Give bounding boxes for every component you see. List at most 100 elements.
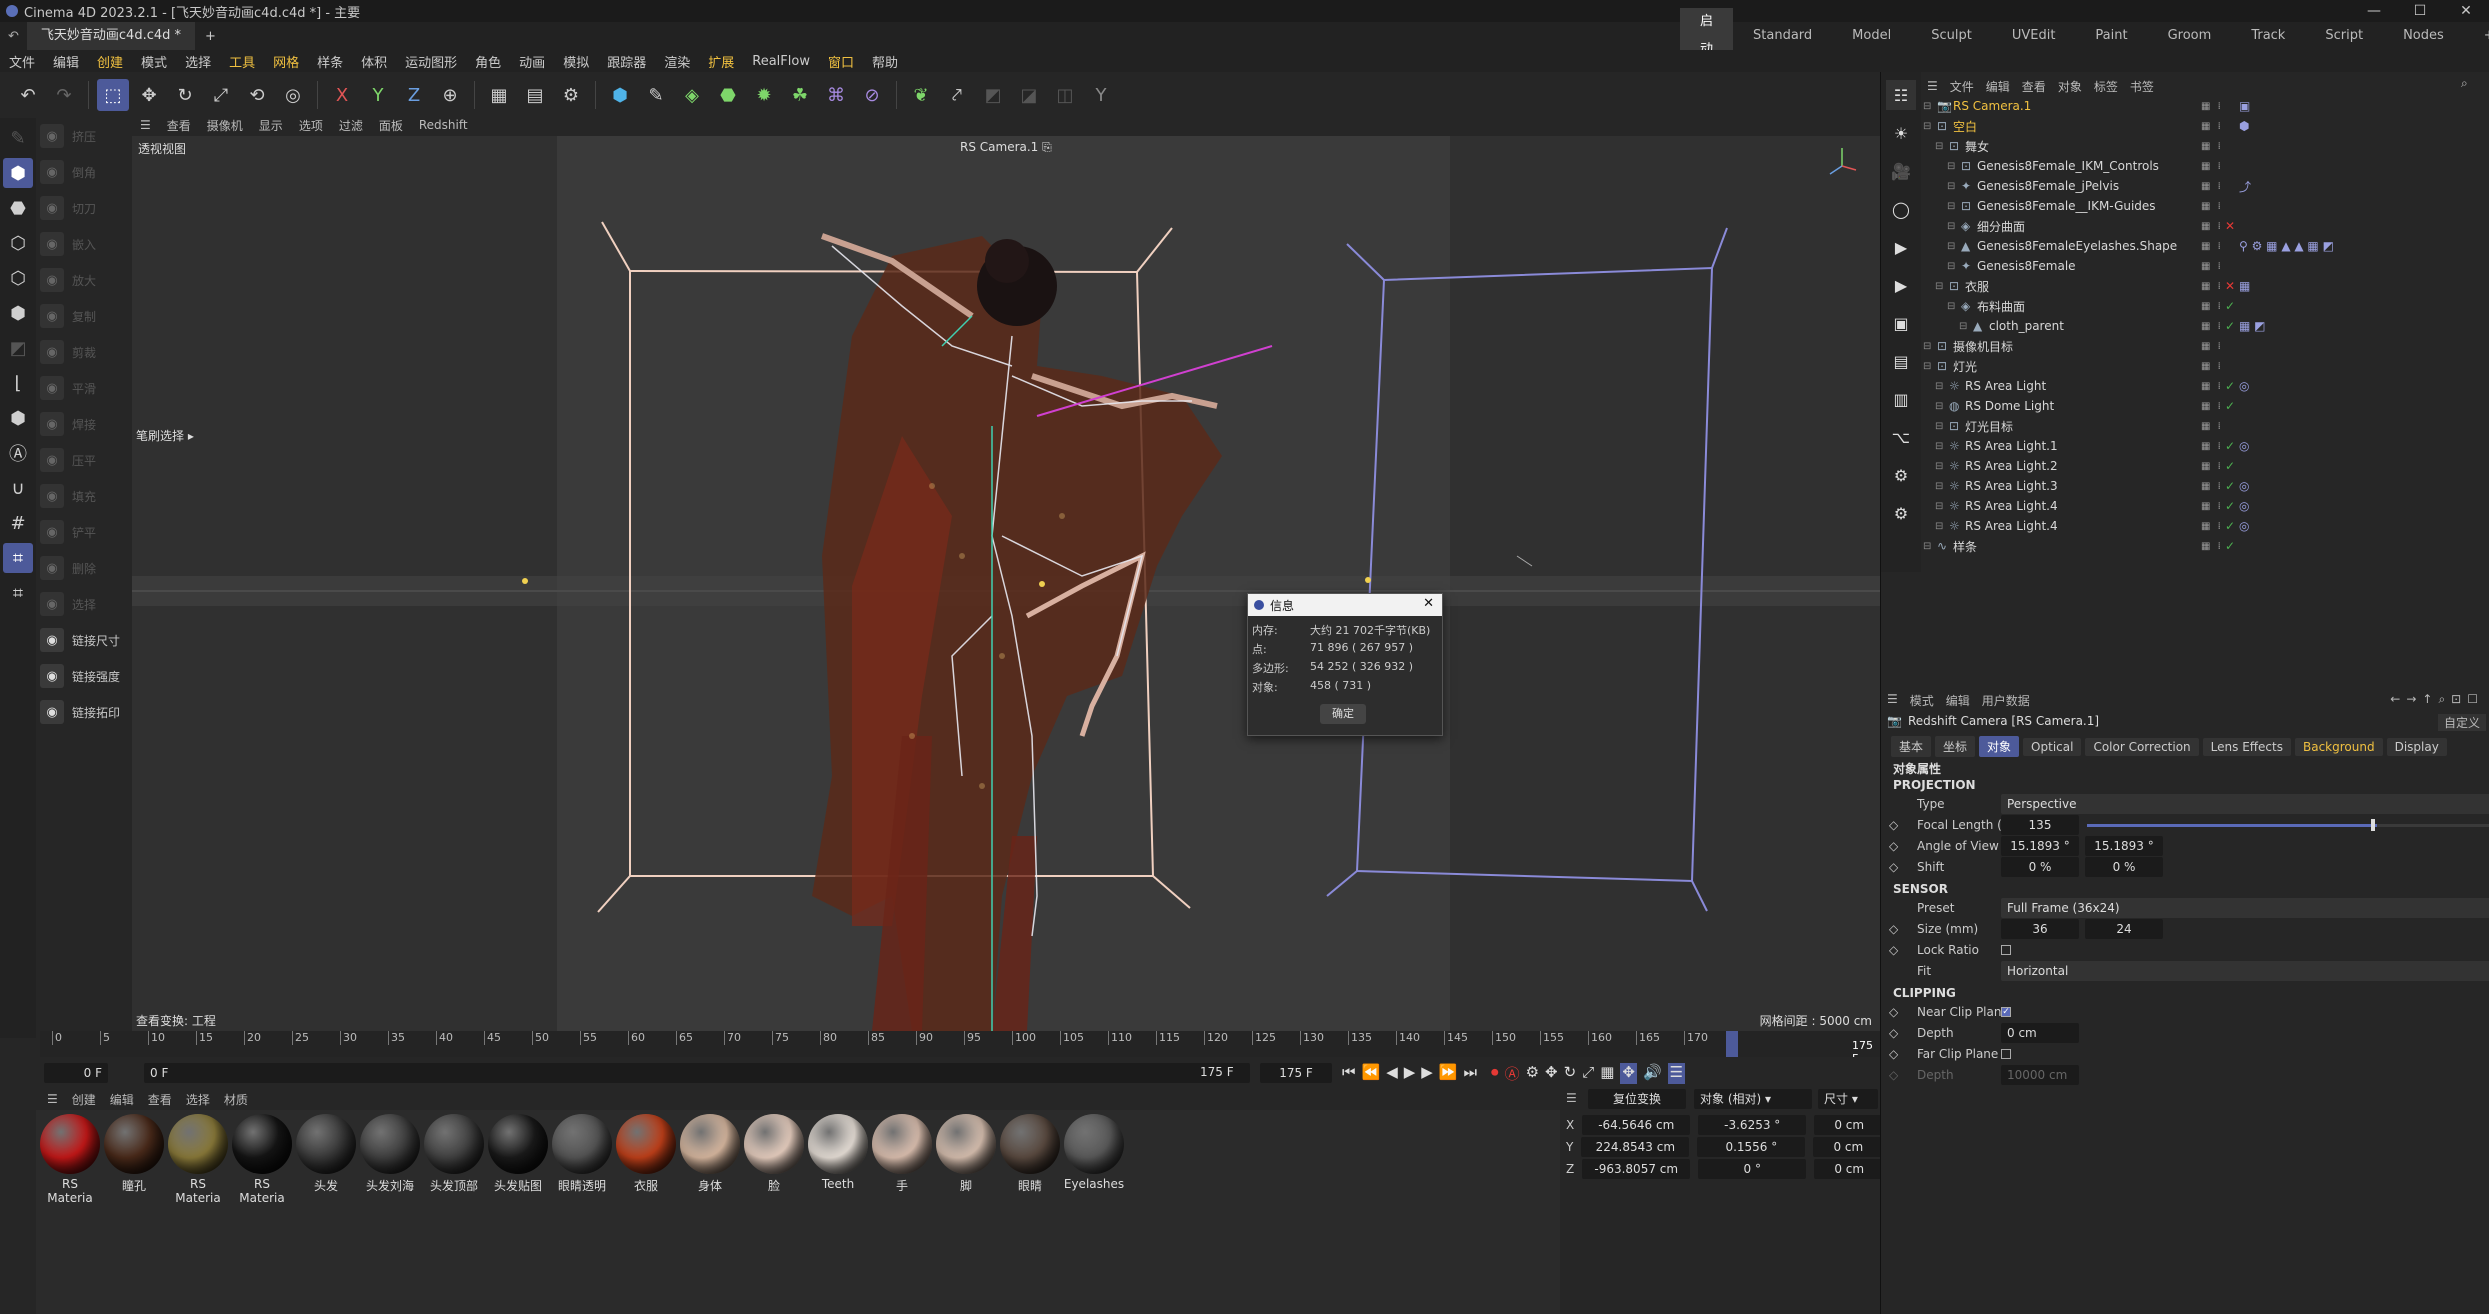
angle-of-view-h-field[interactable]: 15.1893 ° — [2001, 836, 2079, 856]
object-search-icon[interactable]: ⌕ — [2461, 76, 2468, 91]
enabled-check-icon[interactable]: ✓ — [2225, 379, 2235, 393]
keyframe-diamond-icon[interactable]: ◇ — [1889, 1026, 1898, 1040]
tool-item[interactable]: ◉ 压平 — [40, 442, 128, 478]
viewport-menu-item[interactable]: 过滤 — [331, 117, 371, 134]
redo-icon[interactable]: ↷ — [48, 79, 80, 111]
object-row[interactable]: ⊟ ▲ cloth_parent ▦ ⁞ ✓ ▦ ◩ — [1921, 316, 2489, 336]
quantize-icon[interactable]: ⌗ — [3, 578, 33, 608]
material-swatch[interactable]: Eyelashes — [1062, 1114, 1126, 1191]
tool-item[interactable]: ◉ 挤压 — [40, 118, 128, 154]
expand-toggle-icon[interactable]: ⊟ — [1947, 301, 1955, 312]
edges-mode-icon[interactable]: ⬡ — [3, 263, 33, 293]
object-row[interactable]: ⊟ ⊡ 空白 ▦ ⁞ ⬢ — [1921, 116, 2489, 136]
custom-button[interactable]: 自定义 — [2437, 714, 2486, 731]
keyframe-diamond-icon[interactable]: ◇ — [1889, 860, 1898, 874]
expand-toggle-icon[interactable]: ⊟ — [1923, 121, 1931, 132]
expand-toggle-icon[interactable]: ⊟ — [1923, 541, 1931, 552]
layout-tab[interactable]: Sculpt — [1911, 22, 1992, 50]
expand-toggle-icon[interactable]: ⊟ — [1935, 421, 1943, 432]
object-row[interactable]: ⊟ 📷 RS Camera.1 ▦ ⁞ ▣ — [1921, 96, 2489, 116]
workplane-icon[interactable]: ⌊ — [3, 368, 33, 398]
object-row[interactable]: ⊟ ☼ RS Area Light.3 ▦ ⁞ ✓ ◎ — [1921, 476, 2489, 496]
cloner-icon[interactable]: ✹ — [748, 79, 780, 111]
end-frame-field[interactable]: 175 F — [1260, 1063, 1332, 1083]
menu-item[interactable]: 扩展 — [699, 52, 743, 71]
timeline-settings-icon[interactable]: ☰ — [1667, 1063, 1686, 1084]
visibility-flags[interactable]: ▦ ⁞ — [2201, 501, 2223, 512]
viewport-menu-item[interactable]: 选项 — [291, 117, 331, 134]
object-menu-item[interactable]: 书签 — [2124, 78, 2160, 95]
material-menu-item[interactable]: 材质 — [217, 1091, 255, 1108]
viewport[interactable]: 透视视图 RS Camera.1 ⎘ 笔刷选择 ▸ 查看变换: 工程 网格间距 … — [132, 136, 1880, 1031]
disabled-cross-icon[interactable]: ✕ — [2225, 279, 2235, 293]
joint-icon[interactable]: Y — [1085, 79, 1117, 111]
material-swatch[interactable]: 脸 — [742, 1114, 806, 1194]
prev-frame-icon[interactable]: ◀ — [1386, 1063, 1398, 1084]
menu-item[interactable]: 模式 — [132, 52, 176, 71]
text-icon[interactable]: Ⓐ — [3, 438, 33, 468]
material-swatch[interactable]: RS Materia — [166, 1114, 230, 1205]
visibility-flags[interactable]: ▦ ⁞ — [2201, 201, 2223, 212]
visibility-flags[interactable]: ▦ ⁞ — [2201, 121, 2223, 132]
attribute-menu-item[interactable]: 用户数据 — [1976, 692, 2036, 709]
material-menu-item[interactable]: 编辑 — [103, 1091, 141, 1108]
enabled-check-icon[interactable]: ✓ — [2225, 399, 2235, 413]
object-row[interactable]: ⊟ ☼ RS Area Light ▦ ⁞ ✓ ◎ — [1921, 376, 2489, 396]
near-depth-field[interactable]: 0 cm — [2001, 1023, 2079, 1043]
viewport-menu-item[interactable]: Redshift — [411, 118, 476, 132]
expand-toggle-icon[interactable]: ⊟ — [1947, 201, 1955, 212]
visibility-flags[interactable]: ▦ ⁞ — [2201, 141, 2223, 152]
subdivision-icon[interactable]: ◈ — [676, 79, 708, 111]
object-row[interactable]: ⊟ ◍ RS Dome Light ▦ ⁞ ✓ — [1921, 396, 2489, 416]
deformer-icon[interactable]: ⌘ — [820, 79, 852, 111]
object-menu-icon[interactable]: ☰ — [1921, 79, 1944, 93]
points-mode-icon[interactable]: ⬡ — [3, 228, 33, 258]
keyframe-diamond-icon[interactable]: ◇ — [1889, 1005, 1898, 1019]
visibility-flags[interactable]: ▦ ⁞ — [2201, 161, 2223, 172]
expand-toggle-icon[interactable]: ⊟ — [1935, 441, 1943, 452]
visibility-flags[interactable]: ▦ ⁞ — [2201, 521, 2223, 532]
tool-item[interactable]: ◉ 链接拓印 — [40, 694, 128, 730]
menu-item[interactable]: 窗口 — [819, 52, 863, 71]
visibility-flags[interactable]: ▦ ⁞ — [2201, 241, 2223, 252]
object-tags[interactable]: ◎ — [2239, 519, 2249, 533]
object-tags[interactable]: ◎ — [2239, 499, 2249, 513]
rotate-tool-icon[interactable]: ↻ — [169, 79, 201, 111]
angle-of-view-v-field[interactable]: 15.1893 ° — [2085, 836, 2163, 856]
key-param-icon[interactable]: ▦ — [1600, 1063, 1614, 1084]
back-arrow-icon[interactable]: ← — [2390, 692, 2406, 706]
close-button[interactable]: ✕ — [2443, 0, 2489, 22]
material-swatch[interactable]: 头发 — [294, 1114, 358, 1194]
go-start-icon[interactable]: ⏮ — [1342, 1063, 1356, 1084]
material-swatch[interactable]: RS Materia — [38, 1114, 102, 1205]
object-tags[interactable]: ⬢ — [2239, 119, 2249, 133]
object-row[interactable]: ⊟ ⊡ 灯光目标 ▦ ⁞ — [1921, 416, 2489, 436]
expand-toggle-icon[interactable]: ⊟ — [1923, 341, 1931, 352]
playhead[interactable] — [1726, 1031, 1738, 1057]
keyframe-selection-icon[interactable]: ⚙ — [1526, 1063, 1539, 1084]
menu-item[interactable]: RealFlow — [743, 54, 819, 69]
sound-icon[interactable]: 🔊 — [1643, 1063, 1662, 1084]
enabled-check-icon[interactable]: ✓ — [2225, 519, 2235, 533]
solo-icon[interactable]: ⬢ — [3, 403, 33, 433]
object-tags[interactable]: ◎ — [2239, 479, 2249, 493]
viewport-menu-item[interactable]: 面板 — [371, 117, 411, 134]
expand-toggle-icon[interactable]: ⊟ — [1947, 181, 1955, 192]
material-swatch[interactable]: 手 — [870, 1114, 934, 1194]
rotation-h-field[interactable]: -3.6253 ° — [1698, 1115, 1807, 1135]
fit-select[interactable]: Horizontal — [2001, 961, 2489, 981]
floor-icon[interactable]: ◪ — [1013, 79, 1045, 111]
extrude-generator-icon[interactable]: ⬣ — [712, 79, 744, 111]
coords-menu-icon[interactable]: ☰ — [1566, 1091, 1577, 1105]
expand-toggle-icon[interactable]: ⊟ — [1935, 461, 1943, 472]
object-tags[interactable]: ▦ — [2239, 279, 2250, 293]
camera-icon[interactable]: ⤤ — [941, 79, 973, 111]
keyframe-diamond-icon[interactable]: ◇ — [1889, 818, 1898, 832]
menu-item[interactable]: 编辑 — [44, 52, 88, 71]
active-camera-label[interactable]: RS Camera.1 ⎘ — [960, 140, 1052, 155]
keyframe-diamond-icon[interactable]: ◇ — [1889, 1047, 1898, 1061]
object-row[interactable]: ⊟ ⊡ Genesis8Female_IKM_Controls ▦ ⁞ — [1921, 156, 2489, 176]
environment-icon[interactable]: ❦ — [905, 79, 937, 111]
expand-toggle-icon[interactable]: ⊟ — [1935, 281, 1943, 292]
material-swatch[interactable]: Teeth — [806, 1114, 870, 1191]
